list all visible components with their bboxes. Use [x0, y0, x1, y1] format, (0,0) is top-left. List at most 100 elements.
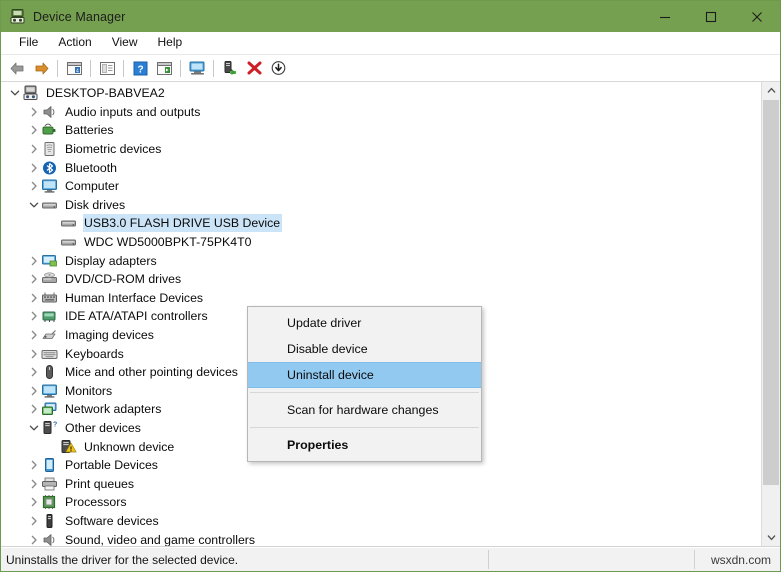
update-driver-icon[interactable] [266, 57, 290, 80]
monitor-icon [41, 178, 58, 194]
tree-row[interactable]: Disk drives [1, 196, 760, 215]
chevron-right-icon[interactable] [26, 289, 41, 307]
close-button[interactable] [734, 1, 780, 32]
tree-item-label: Monitors [65, 383, 113, 398]
uninstall-device-icon[interactable] [242, 57, 266, 80]
battery-icon [41, 122, 58, 138]
tree-item-label: Mice and other pointing devices [65, 365, 238, 380]
tree-item-label: Software devices [65, 513, 159, 528]
context-menu-item-update-driver[interactable]: Update driver [248, 310, 481, 336]
tree-row[interactable]: Audio inputs and outputs [1, 103, 760, 122]
chevron-right-icon[interactable] [26, 177, 41, 195]
chevron-right-icon[interactable] [26, 270, 41, 288]
tree-root-row[interactable]: DESKTOP-BABVEA2 [1, 84, 760, 103]
computer-root-icon [22, 85, 39, 101]
tree-row[interactable]: Print queues [1, 474, 760, 493]
software-device-icon [41, 513, 58, 529]
chevron-right-icon[interactable] [26, 103, 41, 121]
tree-row[interactable]: WDC WD5000BPKT-75PK4T0 [1, 233, 760, 252]
bluetooth-icon [41, 160, 58, 176]
minimize-button[interactable] [642, 1, 688, 32]
tree-row[interactable]: Sound, video and game controllers [1, 530, 760, 546]
tree-row[interactable]: Computer [1, 177, 760, 196]
tree-row[interactable]: Bluetooth [1, 158, 760, 177]
chevron-right-icon[interactable] [26, 307, 41, 325]
tree-row[interactable]: Display adapters [1, 251, 760, 270]
tree-item-label: Computer [65, 179, 119, 194]
network-adapter-icon [41, 401, 58, 417]
scan-for-hardware-changes-icon[interactable] [218, 57, 242, 80]
scrollbar-thumb[interactable] [763, 100, 779, 485]
tree-row[interactable]: Software devices [1, 512, 760, 531]
chevron-right-icon[interactable] [26, 531, 41, 546]
status-separator [488, 550, 489, 569]
context-menu[interactable]: Update driver Disable device Uninstall dev… [247, 306, 482, 462]
tree-row[interactable]: Human Interface Devices [1, 289, 760, 308]
status-separator [694, 550, 695, 569]
chevron-down-icon[interactable] [7, 84, 22, 102]
chevron-right-icon[interactable] [26, 400, 41, 418]
context-menu-item-uninstall-device[interactable]: Uninstall device [248, 362, 481, 388]
computer-icon[interactable] [185, 57, 209, 80]
context-menu-separator [250, 427, 479, 428]
menu-file[interactable]: File [9, 33, 48, 53]
forward-icon[interactable] [29, 57, 53, 80]
tree-row[interactable]: DVD/CD-ROM drives [1, 270, 760, 289]
chevron-right-icon[interactable] [26, 363, 41, 381]
display-adapter-icon [41, 253, 58, 269]
chevron-right-icon[interactable] [26, 475, 41, 493]
chevron-right-icon[interactable] [26, 512, 41, 530]
chevron-right-icon[interactable] [26, 345, 41, 363]
maximize-button[interactable] [688, 1, 734, 32]
device-details-icon[interactable] [152, 57, 176, 80]
menu-view[interactable]: View [102, 33, 148, 53]
mouse-icon [41, 364, 58, 380]
chevron-down-icon[interactable] [26, 196, 41, 214]
tree-row[interactable]: USB3.0 FLASH DRIVE USB Device [1, 214, 760, 233]
show-hidden-devices-icon[interactable]: 4 [62, 57, 86, 80]
menu-help[interactable]: Help [148, 33, 193, 53]
disk-drive-icon [60, 215, 77, 231]
context-menu-item-properties[interactable]: Properties [248, 432, 481, 458]
tree-item-label: DESKTOP-BABVEA2 [46, 86, 165, 101]
biometric-icon [41, 141, 58, 157]
tree-item-label: Print queues [65, 476, 135, 491]
properties-icon[interactable] [95, 57, 119, 80]
chevron-right-icon[interactable] [26, 140, 41, 158]
tree-item-label: Human Interface Devices [65, 290, 204, 305]
context-menu-item-scan-for-hardware-changes[interactable]: Scan for hardware changes [248, 397, 481, 423]
tree-item-label: Batteries [65, 123, 114, 138]
menu-action[interactable]: Action [48, 33, 101, 53]
back-icon[interactable] [5, 57, 29, 80]
toolbar-separator [57, 59, 58, 77]
printer-icon [41, 476, 58, 492]
context-menu-item-disable-device[interactable]: Disable device [248, 336, 481, 362]
chevron-right-icon[interactable] [26, 159, 41, 177]
chevron-down-icon[interactable] [26, 419, 41, 437]
tree-row[interactable]: Processors [1, 493, 760, 512]
chevron-right-icon[interactable] [26, 326, 41, 344]
help-icon[interactable]: ? [128, 57, 152, 80]
tree-row[interactable]: Biometric devices [1, 140, 760, 159]
tree-item-label: Network adapters [65, 402, 162, 417]
tree-item-label: Bluetooth [65, 160, 117, 175]
chevron-right-icon[interactable] [26, 456, 41, 474]
window-title: Device Manager [33, 9, 126, 24]
chevron-right-icon[interactable] [26, 493, 41, 511]
processor-icon [41, 494, 58, 510]
tree-item-label: Keyboards [65, 346, 124, 361]
tree-item-label: USB3.0 FLASH DRIVE USB Device [83, 214, 283, 233]
tree-indent-spacer [45, 233, 60, 251]
chevron-right-icon[interactable] [26, 252, 41, 270]
vertical-scrollbar[interactable] [761, 82, 780, 546]
window-controls [642, 1, 780, 32]
status-bar: Uninstalls the driver for the selected d… [1, 547, 780, 571]
chevron-right-icon[interactable] [26, 382, 41, 400]
scroll-down-button[interactable] [762, 529, 780, 546]
tree-item-label: Unknown device [84, 439, 175, 454]
device-manager-window: Device Manager File Action View Help 4 ?… [0, 0, 781, 572]
chevron-right-icon[interactable] [26, 121, 41, 139]
tree-row[interactable]: Batteries [1, 121, 760, 140]
speaker-icon [41, 104, 58, 120]
scroll-up-button[interactable] [762, 82, 780, 99]
